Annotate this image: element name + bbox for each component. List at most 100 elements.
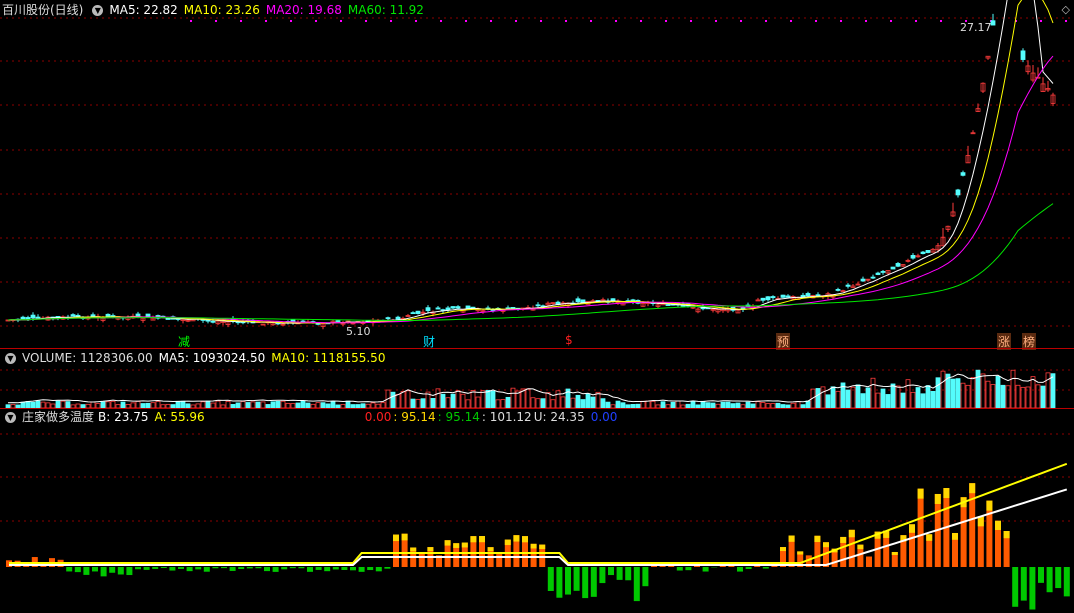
volume-bar: [280, 400, 286, 409]
indicator-bar: [238, 567, 245, 570]
volume-bar: [555, 390, 561, 409]
indicator-bar: [418, 552, 425, 567]
volume-bar: [645, 400, 651, 409]
volume-bar: [345, 400, 351, 409]
indicator-bar-cap: [848, 529, 855, 538]
volume-bar: [825, 394, 831, 409]
indicator-bar: [642, 567, 649, 587]
indicator-bar-cap: [943, 488, 950, 499]
indicator-bar: [1063, 567, 1070, 597]
signal-dot: [1040, 20, 1042, 22]
indicator-bar-cap: [539, 544, 546, 550]
indicator-bar: [676, 567, 683, 571]
volume-bar: [575, 394, 581, 409]
volume-bar: [975, 369, 981, 409]
indicator-bar: [1055, 567, 1062, 589]
signal-dot: [515, 20, 517, 22]
candle-body: [910, 255, 916, 259]
indicator-bar-cap: [969, 483, 976, 494]
volume-bar: [640, 400, 646, 409]
indicator-bar: [608, 567, 614, 576]
indicator-bar: [384, 567, 391, 569]
volume-bar: [470, 390, 476, 409]
volume-bar: [275, 400, 281, 409]
signal-dot: [840, 20, 842, 22]
candle-body: [70, 314, 76, 317]
event-marker-dollar[interactable]: $: [565, 333, 573, 347]
indicator-bar: [917, 488, 924, 567]
signal-dot: [740, 20, 742, 22]
indicator-bar: [590, 567, 597, 597]
signal-dot: [540, 20, 542, 22]
indicator-bar: [289, 567, 296, 569]
price-chart[interactable]: [0, 0, 1074, 348]
volume-bar: [475, 396, 481, 409]
indicator-bar: [117, 567, 124, 575]
indicator-bar: [92, 567, 98, 572]
volume-bar: [855, 384, 861, 409]
volume-bar: [535, 398, 541, 409]
volume-bar: [570, 397, 576, 409]
signal-dot: [265, 20, 267, 22]
signal-dot: [915, 20, 917, 22]
indicator-bar-cap: [410, 547, 417, 552]
indicator-bar: [556, 567, 563, 598]
candle-body: [335, 320, 341, 322]
indicator-bar: [866, 556, 872, 567]
volume-bar: [965, 384, 971, 409]
panel-divider[interactable]: [0, 348, 1074, 349]
indicator-bar: [255, 567, 262, 569]
volume-bar: [580, 399, 586, 409]
ma5-line: [7, 0, 1054, 324]
volume-bar: [885, 394, 891, 409]
volume-bar: [1050, 373, 1056, 409]
indicator-bar-cap: [1003, 530, 1010, 539]
volume-bar: [830, 386, 836, 409]
volume-bar: [860, 393, 866, 409]
volume-bar: [205, 400, 211, 409]
indicator-bar-cap: [461, 542, 468, 548]
indicator-bar-cap: [891, 551, 898, 555]
signal-dot: [890, 20, 892, 22]
indicator-chart[interactable]: [0, 410, 1074, 613]
volume-bar: [615, 400, 621, 409]
candle-body: [785, 295, 791, 298]
volume-bar: [60, 400, 66, 409]
volume-bar: [815, 388, 821, 409]
volume-bar: [300, 401, 306, 409]
volume-bar: [390, 391, 396, 409]
indicator-bar-cap: [530, 543, 537, 549]
indicator-bar: [350, 567, 356, 571]
candle-body: [760, 297, 766, 301]
indicator-bar: [135, 567, 141, 570]
indicator-bar-cap: [909, 524, 915, 533]
signal-dot: [315, 20, 317, 22]
indicator-bar-cap: [504, 539, 511, 546]
volume-bar: [395, 393, 401, 409]
volume-bar: [880, 388, 886, 409]
volume-bar: [590, 396, 596, 409]
candle-body: [665, 304, 671, 306]
volume-chart[interactable]: [0, 350, 1074, 410]
volume-bar: [420, 398, 426, 409]
volume-bar: [480, 390, 486, 409]
volume-bar: [845, 389, 851, 409]
indicator-bar-cap: [986, 500, 993, 511]
indicator-bar-cap: [470, 536, 477, 543]
volume-bar: [440, 393, 446, 409]
indicator-bar: [762, 567, 769, 569]
candle-body: [890, 266, 896, 270]
signal-dot: [765, 20, 767, 22]
volume-bar: [55, 400, 61, 409]
candle-body: [770, 296, 776, 299]
volume-bar: [485, 389, 491, 409]
indicator-bar: [633, 567, 640, 602]
indicator-bar: [100, 567, 107, 577]
indicator-bar-cap: [513, 535, 520, 542]
volume-bar: [920, 393, 926, 409]
indicator-bar-cap: [797, 551, 804, 555]
indicator-bar: [1046, 567, 1053, 593]
indicator-bar-cap: [393, 534, 399, 542]
volume-bar: [675, 400, 681, 409]
indicator-bar: [745, 567, 752, 569]
